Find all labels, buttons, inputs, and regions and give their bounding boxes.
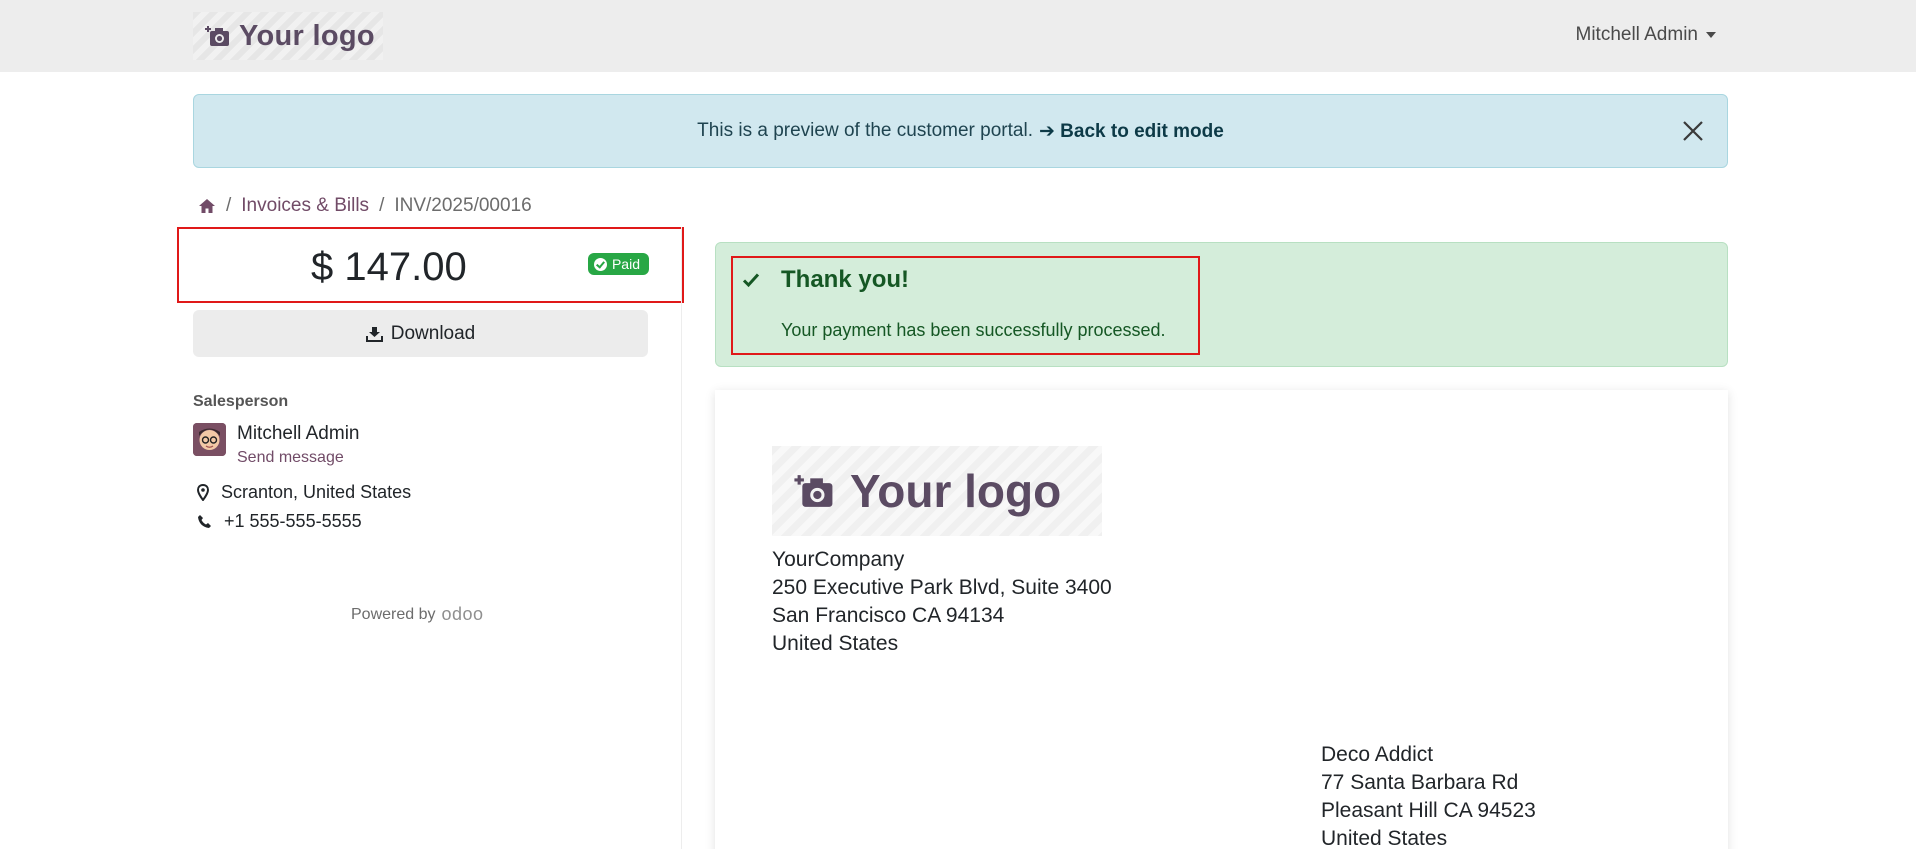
breadcrumb-separator: / [226, 195, 232, 216]
breadcrumb-separator: / [379, 195, 385, 216]
breadcrumb: / Invoices & Bills / INV/2025/00016 [198, 195, 532, 217]
phone-text: +1 555-555-5555 [224, 511, 362, 531]
salesperson-phone: +1 555-555-5555 [197, 511, 362, 532]
customer-address: Deco Addict 77 Santa Barbara Rd Pleasant… [1321, 741, 1536, 849]
map-marker-icon [197, 484, 209, 501]
thank-you-box: Thank you! Your payment has been success… [731, 256, 1200, 355]
customer-city: Pleasant Hill CA 94523 [1321, 799, 1536, 822]
avatar-face-icon [193, 423, 226, 456]
powered-by-text: Powered by [351, 605, 436, 623]
caret-down-icon [1706, 32, 1716, 38]
customer-street: 77 Santa Barbara Rd [1321, 771, 1519, 794]
location-text: Scranton, United States [221, 482, 412, 502]
download-label: Download [390, 322, 476, 344]
avatar [193, 423, 226, 456]
phone-icon [198, 515, 211, 528]
powered-by: Powered by odoo [351, 604, 484, 625]
user-name: Mitchell Admin [1575, 24, 1699, 45]
invoice-amount: $ 147.00 [311, 245, 467, 289]
download-button[interactable]: Download [193, 310, 648, 357]
column-divider [681, 227, 682, 849]
send-message-link[interactable]: Send message [237, 449, 344, 467]
company-logo[interactable]: Your logo [193, 12, 383, 60]
breadcrumb-current-invoice: INV/2025/00016 [394, 195, 532, 216]
odoo-brand-link[interactable]: odoo [442, 604, 484, 625]
salesperson-heading: Salesperson [193, 393, 289, 410]
thank-you-title: Thank you! [781, 266, 910, 293]
breadcrumb-invoices-bills[interactable]: Invoices & Bills [241, 195, 369, 217]
customer-name: Deco Addict [1321, 743, 1434, 766]
company-name: YourCompany [772, 548, 905, 571]
close-icon[interactable] [1679, 117, 1707, 145]
camera-plus-icon [205, 26, 229, 46]
check-circle-icon [593, 257, 607, 271]
logo-text: Your logo [239, 19, 375, 52]
invoice-amount-box: $ 147.00 Paid [177, 227, 684, 303]
company-city: San Francisco CA 94134 [772, 604, 1005, 627]
salesperson-name: Mitchell Admin [237, 423, 360, 444]
invoice-document: Your logo YourCompany 250 Executive Park… [715, 390, 1728, 849]
back-to-edit-mode-link[interactable]: ➔ Back to edit mode [1039, 120, 1224, 143]
payment-success-message: Your payment has been successfully proce… [781, 320, 1166, 340]
check-icon [742, 273, 760, 288]
top-navbar: Your logo Mitchell Admin [0, 0, 1916, 72]
document-logo: Your logo [772, 446, 1102, 536]
status-badge: Paid [587, 253, 649, 275]
company-street: 250 Executive Park Blvd, Suite 3400 [772, 576, 1112, 599]
company-address: YourCompany 250 Executive Park Blvd, Sui… [772, 546, 1112, 658]
salesperson-location: Scranton, United States [197, 482, 411, 503]
preview-text: This is a preview of the customer portal… [697, 120, 1033, 141]
portal-preview-banner: This is a preview of the customer portal… [193, 94, 1728, 168]
camera-plus-icon [794, 475, 833, 507]
company-country: United States [772, 632, 899, 655]
document-logo-text: Your logo [850, 465, 1062, 517]
status-label: Paid [611, 256, 640, 272]
download-icon [365, 326, 383, 342]
user-menu-dropdown[interactable]: Mitchell Admin [1575, 24, 1716, 46]
home-icon[interactable] [198, 198, 216, 214]
customer-country: United States [1321, 827, 1448, 849]
